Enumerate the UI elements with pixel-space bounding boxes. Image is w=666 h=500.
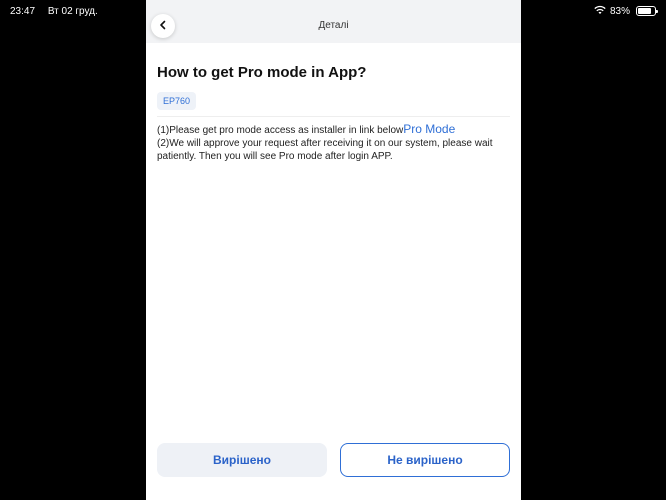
article-content: How to get Pro mode in App? EP760 (1)Ple… <box>146 64 521 163</box>
back-button[interactable] <box>151 14 175 38</box>
status-time: 23:47 <box>10 5 36 17</box>
article-title: How to get Pro mode in App? <box>157 64 367 81</box>
product-tag: EP760 <box>157 92 197 110</box>
article-body: (1)Please get pro mode access as install… <box>157 123 510 163</box>
chevron-left-icon <box>158 17 168 35</box>
status-date: Вт 02 груд. <box>47 5 98 17</box>
article-line-1: (1)Please get pro mode access as install… <box>157 123 510 137</box>
wifi-icon <box>594 5 606 18</box>
nav-bar: Деталі <box>146 0 521 43</box>
battery-icon <box>636 6 658 16</box>
battery-percent: 83% <box>609 5 630 17</box>
app-window: Деталі How to get Pro mode in App? EP760… <box>146 0 521 500</box>
article-line-2: (2)We will approve your request after re… <box>157 138 493 162</box>
status-left: 23:47 Вт 02 груд. <box>10 6 108 17</box>
status-right: 83% <box>594 5 658 18</box>
article-line-1-text: (1)Please get pro mode access as install… <box>157 125 404 136</box>
page-title: Деталі <box>318 20 349 31</box>
divider <box>157 116 510 117</box>
resolved-button[interactable]: Вирішено <box>157 443 327 477</box>
feedback-buttons: Вирішено Не вирішено <box>157 443 510 477</box>
battery-fill <box>638 8 652 14</box>
not-resolved-button[interactable]: Не вирішено <box>340 443 510 477</box>
pro-mode-link[interactable]: Pro Mode <box>403 122 455 136</box>
